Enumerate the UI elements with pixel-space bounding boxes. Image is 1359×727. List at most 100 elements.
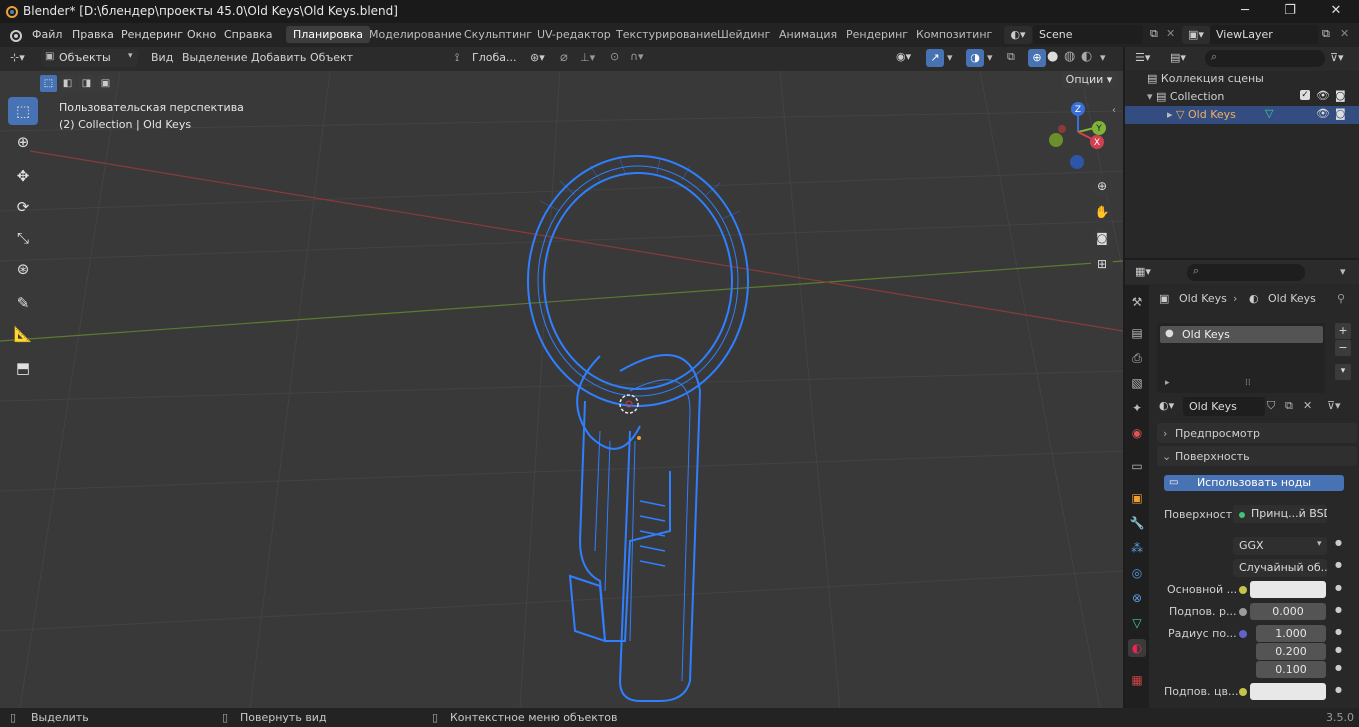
- unlink-material-icon[interactable]: ✕: [1303, 399, 1312, 412]
- 3d-viewport[interactable]: Пользовательская перспектива (2) Collect…: [0, 71, 1123, 708]
- delete-scene-icon[interactable]: ✕: [1166, 27, 1175, 40]
- remove-slot-button[interactable]: −: [1335, 340, 1351, 356]
- scene-tab-icon[interactable]: ✦: [1128, 399, 1146, 417]
- tab-uv-editing[interactable]: UV-редактор: [537, 28, 611, 41]
- cursor-tool-icon[interactable]: ⊕: [8, 128, 38, 156]
- orthographic-toggle-icon[interactable]: ⊞: [1091, 253, 1113, 275]
- view-layer-selector-icon[interactable]: ▣▾: [1182, 26, 1210, 44]
- select-invert-icon[interactable]: ▣: [97, 75, 114, 92]
- move-tool-icon[interactable]: ✥: [8, 162, 38, 190]
- resize-grip-icon[interactable]: ⁞⁞: [1245, 378, 1251, 388]
- exclude-checkbox[interactable]: ✓: [1300, 90, 1310, 100]
- tab-layout[interactable]: Планировка: [286, 26, 370, 43]
- menu-edit[interactable]: Правка: [72, 28, 114, 41]
- gizmo-toggle-icon[interactable]: ↗: [926, 49, 944, 67]
- proportional-edit-icon[interactable]: ⊙: [610, 50, 619, 63]
- outliner-search-input[interactable]: ⌕: [1205, 50, 1325, 67]
- scale-tool-icon[interactable]: ⤡: [8, 224, 38, 252]
- keyframe-dot-icon[interactable]: ●: [1335, 583, 1342, 592]
- radius-y-field[interactable]: 0.200: [1256, 643, 1326, 660]
- measure-tool-icon[interactable]: 📐: [8, 320, 38, 348]
- outliner-scene-collection[interactable]: ▤ Коллекция сцены: [1125, 70, 1359, 88]
- radius-z-field[interactable]: 0.100: [1256, 661, 1326, 678]
- fake-user-icon[interactable]: ⛉: [1267, 399, 1275, 413]
- menu-file[interactable]: Файл: [32, 28, 62, 41]
- collection-tab-icon[interactable]: ▭: [1128, 457, 1146, 475]
- tab-shading[interactable]: Шейдинг: [717, 28, 770, 41]
- wireframe-shading-icon[interactable]: ⊕: [1028, 49, 1046, 67]
- annotate-tool-icon[interactable]: ✎: [8, 289, 38, 317]
- collapse-icon[interactable]: ▸: [1167, 108, 1176, 121]
- data-tab-icon[interactable]: ▽: [1128, 614, 1146, 632]
- base-color-swatch[interactable]: [1250, 581, 1326, 598]
- object-camera-icon[interactable]: ◙: [1335, 107, 1346, 120]
- keyframe-dot-icon[interactable]: ●: [1335, 627, 1342, 636]
- keyframe-dot-icon[interactable]: ●: [1335, 685, 1342, 694]
- select-box-tool-icon[interactable]: ⬚: [8, 97, 38, 125]
- hide-eye-icon[interactable]: 👁: [1316, 89, 1330, 102]
- zoom-icon[interactable]: ⊕: [1091, 175, 1113, 197]
- shading-dropdown-icon[interactable]: ▾: [1100, 51, 1106, 64]
- keyframe-dot-icon[interactable]: ●: [1335, 663, 1342, 672]
- view-layer-field[interactable]: ViewLayer: [1210, 25, 1318, 44]
- particles-tab-icon[interactable]: ⁂: [1128, 539, 1146, 557]
- menu-render[interactable]: Рендеринг: [121, 28, 183, 41]
- texture-tab-icon[interactable]: ▦: [1128, 671, 1146, 689]
- render-camera-icon[interactable]: ◙: [1335, 89, 1346, 102]
- tab-modeling[interactable]: Моделирование: [369, 28, 462, 41]
- keyframe-dot-icon[interactable]: ●: [1335, 538, 1342, 547]
- link-type-icon[interactable]: ⊽▾: [1327, 399, 1341, 412]
- expand-icon[interactable]: ▾: [1147, 90, 1156, 103]
- transform-orientation-dropdown[interactable]: Глоба...: [472, 51, 516, 64]
- select-subtract-icon[interactable]: ◨: [78, 75, 95, 92]
- modifiers-tab-icon[interactable]: 🔧: [1128, 514, 1146, 532]
- properties-search-input[interactable]: ⌕: [1187, 264, 1305, 281]
- pivot-point-icon[interactable]: ⊛▾: [530, 51, 545, 64]
- add-cube-tool-icon[interactable]: ⬒: [8, 354, 38, 382]
- physics-tab-icon[interactable]: ◎: [1128, 564, 1146, 582]
- close-button[interactable]: ✕: [1313, 0, 1359, 23]
- use-nodes-button[interactable]: Использовать ноды: [1164, 475, 1344, 491]
- subsurface-color-swatch[interactable]: [1250, 683, 1326, 700]
- gizmo-dropdown-icon[interactable]: ▾: [947, 51, 953, 64]
- subsurface-method-dropdown[interactable]: Случайный об...: [1233, 559, 1327, 577]
- overlays-dropdown-icon[interactable]: ▾: [987, 51, 993, 64]
- outliner-editor-type-icon[interactable]: ☰▾: [1135, 51, 1150, 64]
- slot-expand-icon[interactable]: ▸: [1165, 378, 1170, 388]
- navigation-gizmo[interactable]: Z Y X: [1040, 99, 1110, 169]
- transform-tool-icon[interactable]: ⊛: [8, 255, 38, 283]
- solid-shading-icon[interactable]: ●: [1047, 49, 1058, 64]
- new-view-layer-icon[interactable]: ⧉: [1322, 27, 1330, 41]
- blender-menu-icon[interactable]: [8, 28, 22, 42]
- keyframe-dot-icon[interactable]: ●: [1335, 645, 1342, 654]
- material-tab-icon[interactable]: ◐: [1128, 639, 1146, 657]
- view-layer-tab-icon[interactable]: ▧: [1128, 374, 1146, 392]
- browse-material-icon[interactable]: ◐▾: [1159, 399, 1174, 412]
- select-new-icon[interactable]: ⬚: [40, 75, 57, 92]
- menu-help[interactable]: Справка: [224, 28, 272, 41]
- viewport-menu-add[interactable]: Добавить: [251, 51, 306, 64]
- viewport-menu-object[interactable]: Объект: [310, 51, 353, 64]
- pin-icon[interactable]: ⚲: [1337, 292, 1345, 305]
- xray-icon[interactable]: ⧉: [1007, 50, 1015, 64]
- object-tab-icon[interactable]: ▣: [1128, 489, 1146, 507]
- material-slot-item[interactable]: Old Keys: [1160, 326, 1323, 343]
- snap-icon[interactable]: ⌀: [560, 50, 568, 65]
- filter-icon[interactable]: ⊽▾: [1330, 51, 1344, 64]
- snap-target-icon[interactable]: ⊥▾: [580, 51, 595, 64]
- properties-editor-type-icon[interactable]: ▦▾: [1135, 265, 1151, 278]
- sidebar-toggle-icon[interactable]: ‹: [1112, 105, 1116, 116]
- display-mode-icon[interactable]: ▤▾: [1170, 51, 1186, 64]
- camera-view-icon[interactable]: ◙: [1091, 227, 1113, 249]
- properties-options-icon[interactable]: ▾: [1340, 265, 1346, 278]
- rotate-tool-icon[interactable]: ⟳: [8, 193, 38, 221]
- subsurface-field[interactable]: 0.000: [1250, 603, 1326, 620]
- output-tab-icon[interactable]: ⎙: [1128, 349, 1146, 367]
- object-eye-icon[interactable]: 👁: [1316, 107, 1330, 120]
- tab-rendering[interactable]: Рендеринг: [846, 28, 908, 41]
- editor-type-icon[interactable]: ⊹▾: [10, 51, 25, 64]
- constraints-tab-icon[interactable]: ⊗: [1128, 589, 1146, 607]
- tab-compositing[interactable]: Композитинг: [916, 28, 992, 41]
- minimize-button[interactable]: ─: [1222, 0, 1268, 23]
- tab-animation[interactable]: Анимация: [779, 28, 837, 41]
